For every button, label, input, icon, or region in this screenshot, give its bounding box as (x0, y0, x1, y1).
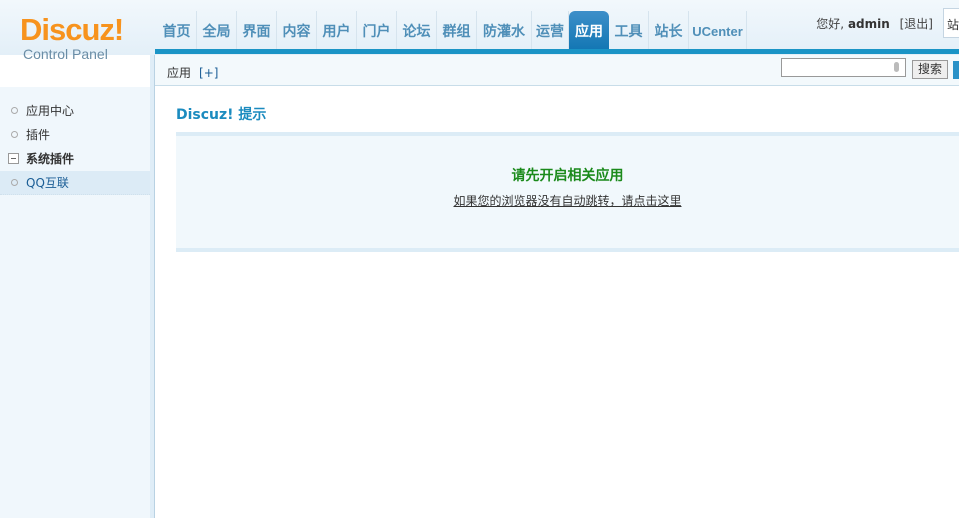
search-input[interactable] (781, 58, 906, 77)
sidebar-divider (150, 55, 155, 518)
greeting: 您好, (816, 17, 845, 31)
notice-message: 请先开启相关应用 (511, 168, 624, 184)
sidebar-item-label: QQ互联 (26, 176, 69, 190)
page-title: Discuz! 提示 (176, 107, 267, 123)
nav-underline (155, 49, 959, 54)
sidebar-item-label: 插件 (26, 128, 51, 142)
collapse-icon[interactable] (8, 153, 19, 164)
nav-founder[interactable]: 站长 (649, 11, 689, 49)
sidebar: 应用中心 插件 系统插件 QQ互联 (0, 87, 150, 518)
breadcrumb-current: 应用 (167, 66, 192, 80)
sidebar-item-app-center[interactable]: 应用中心 (0, 99, 150, 123)
logo-subtitle: Control Panel (23, 46, 108, 62)
sidebar-item-plugins[interactable]: 插件 (0, 123, 150, 147)
logo-brand: Discuz! (20, 12, 124, 47)
add-shortcut-link[interactable]: [+] (199, 66, 218, 80)
top-nav: 首页 全局 界面 内容 用户 门户 论坛 群组 防灌水 运营 应用 工具 站长 … (157, 11, 749, 49)
sidebar-item-label: 应用中心 (26, 104, 75, 118)
sidebar-item-label: 系统插件 (26, 152, 75, 166)
nav-extended[interactable]: 运营 (532, 11, 569, 49)
microphone-icon[interactable] (894, 62, 899, 72)
nav-forum[interactable]: 论坛 (397, 11, 437, 49)
nav-portal[interactable]: 门户 (357, 11, 397, 49)
bullet-icon (11, 179, 18, 186)
username: admin (847, 17, 890, 31)
nav-content[interactable]: 内容 (277, 11, 317, 49)
site-button[interactable]: 站 (943, 8, 959, 38)
bullet-icon (11, 131, 18, 138)
sidebar-group-system-plugins[interactable]: 系统插件 (0, 147, 150, 171)
bullet-icon (11, 107, 18, 114)
sub-header: 应用 [+] 搜索 (155, 55, 959, 86)
nav-plugin[interactable]: 应用 (569, 11, 609, 49)
nav-group[interactable]: 群组 (437, 11, 477, 49)
nav-tools[interactable]: 工具 (609, 11, 649, 49)
nav-user[interactable]: 用户 (317, 11, 357, 49)
user-info: 您好, admin [退出] (816, 15, 933, 32)
nav-safe[interactable]: 防灌水 (477, 11, 532, 49)
breadcrumb: 应用 [+] (167, 64, 218, 81)
header: Discuz! Control Panel 首页 全局 界面 内容 用户 门户 … (0, 0, 959, 62)
nav-style[interactable]: 界面 (237, 11, 277, 49)
nav-home[interactable]: 首页 (157, 11, 197, 49)
logout-link[interactable]: [退出] (900, 17, 933, 31)
main-content: Discuz! 提示 请先开启相关应用 如果您的浏览器没有自动跳转，请点击这里 (176, 104, 959, 252)
sidebar-item-qq-connect[interactable]: QQ互联 (0, 171, 150, 195)
logo[interactable]: Discuz! Control Panel (20, 12, 130, 63)
search-button[interactable]: 搜索 (912, 60, 948, 79)
notice-box: 请先开启相关应用 如果您的浏览器没有自动跳转，请点击这里 (176, 132, 959, 252)
nav-ucenter[interactable]: UCenter (689, 11, 747, 49)
redirect-link[interactable]: 如果您的浏览器没有自动跳转，请点击这里 (453, 192, 681, 209)
nav-global[interactable]: 全局 (197, 11, 237, 49)
frame-toggle[interactable] (953, 61, 959, 79)
